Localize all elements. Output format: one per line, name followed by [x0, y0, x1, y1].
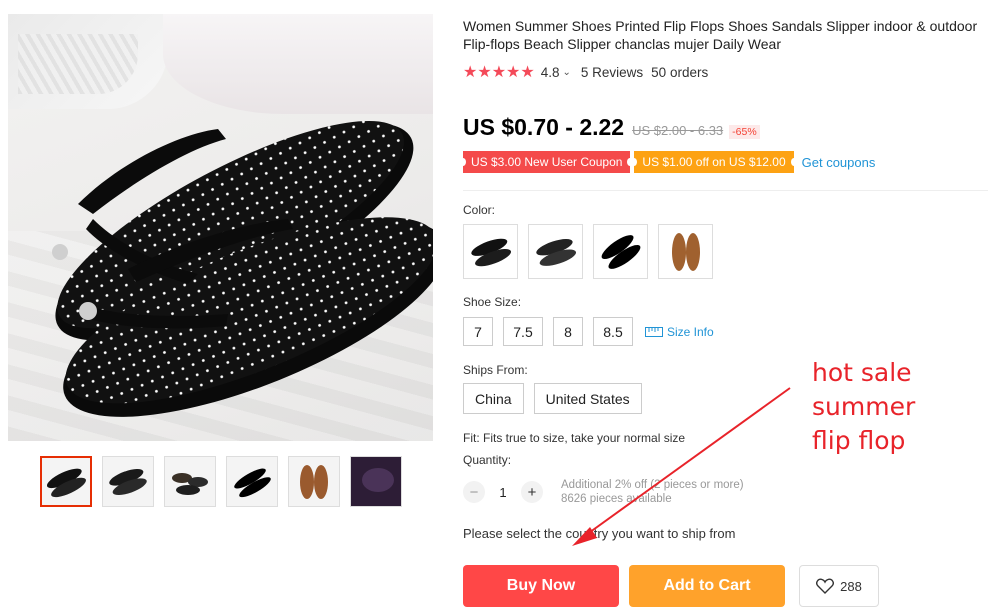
annotation-line-2: summer	[812, 392, 916, 421]
thumbnail-strip	[40, 456, 402, 507]
coupon-row: US $3.00 New User Coupon US $1.00 off on…	[459, 151, 876, 173]
quantity-note: Additional 2% off (2 pieces or more) 862…	[561, 478, 744, 506]
size-option-8[interactable]: 8	[553, 317, 583, 346]
add-to-cart-button[interactable]: Add to Cart	[629, 565, 785, 607]
decrease-quantity-button[interactable]: −	[463, 481, 485, 503]
new-user-coupon[interactable]: US $3.00 New User Coupon	[459, 151, 634, 173]
orders-count: 50 orders	[651, 64, 709, 80]
rating-stars: ★★★★★	[463, 64, 535, 81]
thumbnail-1[interactable]	[40, 456, 92, 507]
size-option-7[interactable]: 7	[463, 317, 493, 346]
color-option-1[interactable]	[463, 224, 518, 279]
color-option-4[interactable]	[658, 224, 713, 279]
quantity-value[interactable]: 1	[485, 485, 521, 500]
quantity-stepper: − 1 + Additional 2% off (2 pieces or mor…	[463, 478, 744, 506]
ships-from-label: Ships From:	[463, 363, 528, 377]
hot-sale-annotation: hot sale summer flip flop	[812, 356, 915, 458]
reviews-link[interactable]: 5 Reviews	[581, 65, 643, 80]
color-label: Color:	[463, 203, 496, 217]
size-info-link[interactable]: Size Info	[645, 325, 714, 339]
size-option-8-5[interactable]: 8.5	[593, 317, 633, 346]
thumbnail-3[interactable]	[164, 456, 216, 507]
rating-score[interactable]: 4.8	[541, 65, 560, 80]
ship-from-message: Please select the country you want to sh…	[463, 526, 736, 541]
thumbnail-6[interactable]	[350, 456, 402, 507]
ships-from-options: China United States	[463, 383, 642, 414]
fit-note: Fit: Fits true to size, take your normal…	[463, 431, 686, 445]
flip-flops-illustration	[52, 120, 433, 417]
bulk-discount-note: Additional 2% off (2 pieces or more)	[561, 479, 744, 491]
shoe-size-label: Shoe Size:	[463, 295, 522, 309]
wishlist-button[interactable]: 288	[799, 565, 879, 607]
product-title: Women Summer Shoes Printed Flip Flops Sh…	[463, 18, 978, 52]
size-info-label: Size Info	[667, 324, 714, 339]
rating-row: ★★★★★ 4.8 ⌄ 5 Reviews 50 orders	[463, 62, 708, 82]
thumbnail-2[interactable]	[102, 456, 154, 507]
buy-now-button[interactable]: Buy Now	[463, 565, 619, 607]
thumbnail-4[interactable]	[226, 456, 278, 507]
annotation-line-3: flip flop	[812, 426, 906, 455]
color-options	[463, 224, 713, 279]
price-row: US $0.70 - 2.22 US $2.00 - 6.33 -65%	[463, 114, 760, 141]
size-option-7-5[interactable]: 7.5	[503, 317, 543, 346]
original-price: US $2.00 - 6.33	[632, 123, 724, 138]
discount-badge: -65%	[729, 125, 760, 139]
get-coupons-link[interactable]: Get coupons	[802, 155, 876, 170]
color-option-2[interactable]	[528, 224, 583, 279]
divider	[463, 190, 988, 191]
ruler-icon	[645, 326, 663, 337]
stock-available: 8626 pieces available	[561, 493, 672, 505]
quantity-label: Quantity:	[463, 453, 512, 467]
action-buttons: Buy Now Add to Cart 288	[463, 565, 879, 607]
heart-icon	[816, 578, 835, 594]
annotation-line-1: hot sale	[812, 358, 912, 387]
wishlist-count: 288	[840, 578, 862, 594]
current-price: US $0.70 - 2.22	[463, 114, 625, 140]
main-product-image[interactable]	[8, 14, 433, 441]
color-option-3[interactable]	[593, 224, 648, 279]
size-options: 7 7.5 8 8.5 Size Info	[463, 317, 714, 346]
ship-option-united-states[interactable]: United States	[533, 383, 642, 414]
thumbnail-5[interactable]	[288, 456, 340, 507]
increase-quantity-button[interactable]: +	[521, 481, 543, 503]
chevron-down-icon[interactable]: ⌄	[563, 67, 571, 78]
store-coupon[interactable]: US $1.00 off on US $12.00	[631, 151, 797, 173]
ship-option-china[interactable]: China	[463, 383, 524, 414]
